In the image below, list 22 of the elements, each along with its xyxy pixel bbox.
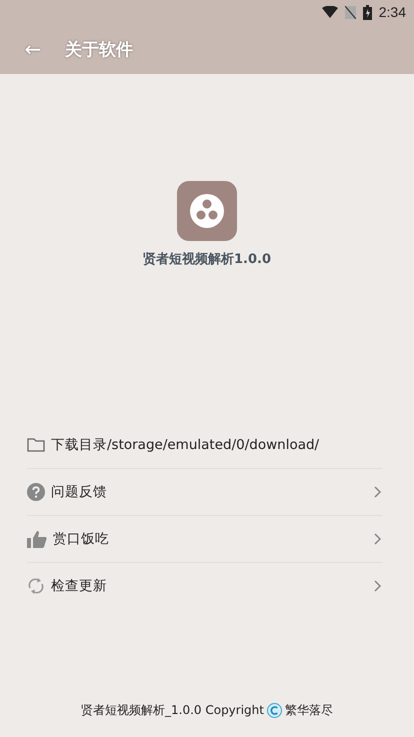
row-label: 问题反馈 — [51, 483, 108, 501]
app-logo-icon — [177, 181, 237, 241]
settings-row[interactable]: 下载目录/storage/emulated/0/download/ — [27, 422, 382, 468]
copyright-icon — [266, 703, 282, 718]
settings-row[interactable]: 检查更新 — [27, 562, 382, 609]
copyright-text: 贤者短视频解析_1.0.0 Copyright — [81, 702, 264, 719]
app-name: 贤者短视频解析1.0.0 — [142, 251, 271, 268]
battery-icon — [362, 4, 372, 20]
row-label: 检查更新 — [51, 577, 108, 595]
status-time: 2:34 — [378, 4, 406, 20]
settings-row[interactable]: 赏口饭吃 — [27, 515, 382, 562]
settings-row[interactable]: 问题反馈 — [27, 468, 382, 515]
row-label: 赏口饭吃 — [53, 530, 110, 548]
no-sim-icon — [344, 6, 356, 18]
wifi-icon — [322, 6, 338, 18]
author-name: 繁华落尽 — [284, 702, 333, 719]
refresh-icon — [27, 577, 45, 595]
help-icon — [27, 483, 45, 501]
folder-icon — [27, 438, 45, 452]
page-title: 关于软件 — [65, 38, 133, 60]
row-label: 下载目录/storage/emulated/0/download/ — [51, 436, 320, 454]
thumbs-up-icon — [27, 530, 47, 548]
